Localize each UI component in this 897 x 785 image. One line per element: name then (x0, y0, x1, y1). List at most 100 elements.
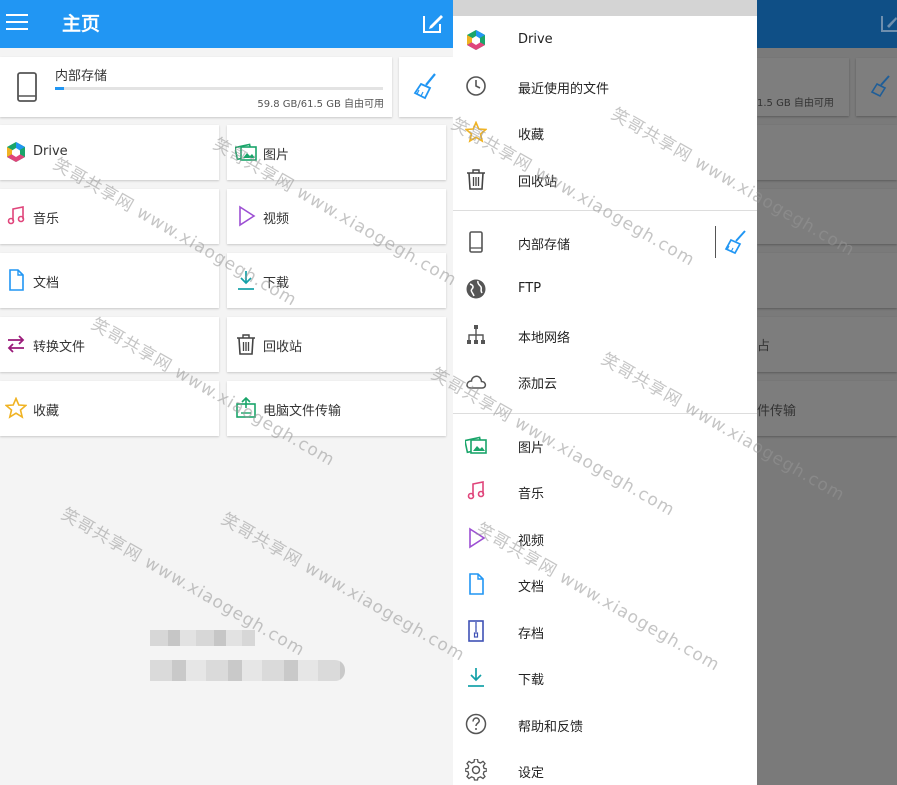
tile-label: 下载 (263, 276, 290, 291)
drawer-item-label: 音乐 (518, 487, 545, 502)
drawer-item-star[interactable]: 收藏 (453, 109, 757, 155)
clean-button[interactable] (399, 57, 453, 117)
drawer-item-label: 图片 (518, 441, 545, 456)
tile-label: 转换文件 (33, 340, 86, 355)
blurred-text (150, 660, 345, 681)
tile-label: 电脑文件传输 (263, 404, 342, 419)
star-icon (464, 120, 488, 143)
edit-icon (879, 11, 897, 35)
drawer-item-archive[interactable]: 存档 (453, 608, 757, 654)
tile-row-dimmed (757, 189, 897, 244)
music-icon (465, 480, 487, 502)
tile-row-dimmed: 件传输 (757, 381, 897, 436)
drawer-item-help[interactable]: 帮助和反馈 (453, 701, 757, 747)
drawer-item-document[interactable]: 文档 (453, 561, 757, 607)
drawer-item-label: 设定 (518, 766, 545, 781)
document-icon (5, 269, 27, 291)
drawer-item-label: 下载 (518, 673, 545, 688)
video-icon (465, 527, 487, 549)
drawer-item-label: 视频 (518, 534, 545, 549)
tile-label-partial: 占 (757, 339, 771, 354)
blurred-text (150, 630, 255, 646)
phone-icon (465, 231, 487, 253)
storage-usage-fill (55, 87, 65, 90)
drawer-item-settings[interactable]: 设定 (453, 747, 757, 785)
tile-pc-transfer[interactable]: 电脑文件传输 (227, 381, 446, 436)
drawer-item-label: 存档 (518, 627, 545, 642)
drawer-item-label: 帮助和反馈 (518, 720, 584, 735)
drive-icon (5, 141, 27, 163)
drawer-item-label: Drive (518, 32, 553, 47)
clock-icon (465, 75, 487, 97)
drawer-item-images[interactable]: 图片 (453, 422, 757, 468)
phone-icon (16, 72, 38, 102)
recycle-bin-icon (465, 168, 487, 190)
convert-icon (5, 333, 27, 355)
tile-video[interactable]: 视频 (227, 189, 446, 244)
tile-label: 回收站 (263, 340, 303, 355)
tile-images[interactable]: 图片 (227, 125, 446, 180)
drawer-item-label: FTP (518, 281, 542, 296)
drawer-item-label: 本地网络 (518, 331, 571, 346)
storage-free-text-partial: 1.5 GB 自由可用 (757, 98, 834, 109)
drive-icon (465, 29, 487, 51)
drawer-item-label: 最近使用的文件 (518, 82, 610, 97)
document-icon (465, 573, 487, 595)
clean-card-dimmed (856, 58, 897, 116)
page-title: 主页 (62, 13, 101, 35)
settings-icon (464, 758, 488, 781)
tile-music[interactable]: 音乐 (0, 189, 219, 244)
drawer-item-download[interactable]: 下载 (453, 654, 757, 700)
drawer-item-recycle-bin[interactable]: 回收站 (453, 156, 757, 202)
home-screen: 主页 内部存储 59.8 GB/61.5 GB 自由可用 Drive 图片 音乐… (0, 0, 453, 785)
network-icon (465, 324, 487, 346)
tile-recycle-bin[interactable]: 回收站 (227, 317, 446, 372)
tile-document[interactable]: 文档 (0, 253, 219, 308)
tile-drive[interactable]: Drive (0, 125, 219, 180)
download-icon (465, 666, 487, 688)
cloud-icon (465, 370, 487, 392)
tile-label: 视频 (263, 212, 290, 227)
drawer-item-clock[interactable]: 最近使用的文件 (453, 63, 757, 109)
drawer-item-cloud[interactable]: 添加云 (453, 358, 757, 404)
drawer-header-strip (453, 0, 757, 16)
edit-icon[interactable] (420, 10, 446, 36)
images-icon (233, 141, 257, 163)
download-icon (235, 269, 257, 291)
internal-storage-card[interactable]: 内部存储 59.8 GB/61.5 GB 自由可用 (0, 57, 392, 117)
images-icon (463, 434, 487, 456)
tile-row-dimmed: 占 (757, 317, 897, 372)
recycle-bin-icon (235, 333, 257, 355)
tile-label: Drive (33, 144, 68, 159)
drawer-item-label: 收藏 (518, 128, 545, 143)
drawer-item-label: 回收站 (518, 175, 558, 190)
menu-icon[interactable] (6, 10, 34, 34)
broom-icon (413, 72, 439, 100)
tile-label-partial: 件传输 (757, 404, 797, 419)
drawer-item-phone[interactable]: 内部存储 (453, 219, 757, 265)
drawer-item-music[interactable]: 音乐 (453, 468, 757, 514)
drawer-divider (453, 413, 757, 414)
drawer-item-label: 内部存储 (518, 238, 571, 253)
drawer-item-drive[interactable]: Drive (453, 17, 757, 63)
pc-transfer-icon (235, 396, 257, 419)
tile-convert[interactable]: 转换文件 (0, 317, 219, 372)
drawer-item-globe[interactable]: FTP (453, 266, 757, 312)
music-icon (5, 205, 27, 227)
dimmed-background[interactable]: 1.5 GB 自由可用 占 件传输 (757, 0, 897, 785)
tile-download[interactable]: 下载 (227, 253, 446, 308)
drawer-item-label: 文档 (518, 580, 545, 595)
drawer-divider (453, 210, 757, 211)
storage-usage-bar (55, 87, 383, 90)
drawer-item-network[interactable]: 本地网络 (453, 312, 757, 358)
broom-icon (870, 74, 892, 98)
tile-row-dimmed (757, 253, 897, 308)
storage-free-text: 59.8 GB/61.5 GB 自由可用 (257, 99, 384, 110)
storage-label: 内部存储 (55, 69, 108, 84)
globe-icon (465, 278, 487, 300)
tile-label: 音乐 (33, 212, 60, 227)
help-icon (465, 713, 487, 735)
drawer-item-video[interactable]: 视频 (453, 515, 757, 561)
tile-star[interactable]: 收藏 (0, 381, 219, 436)
archive-icon (465, 620, 487, 642)
